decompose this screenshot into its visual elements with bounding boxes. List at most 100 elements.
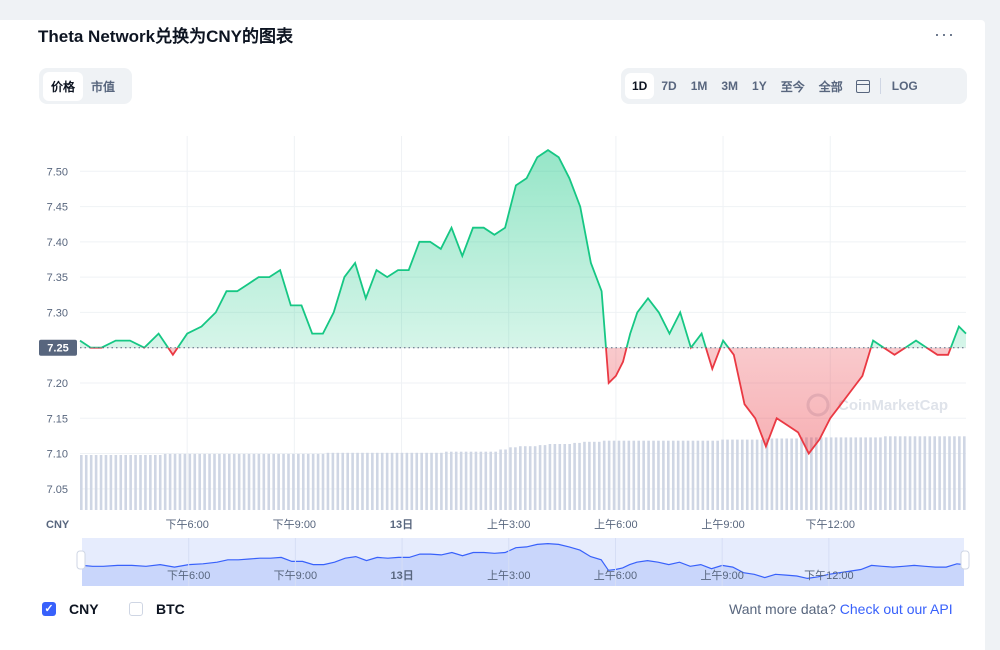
legend-btc[interactable]: BTC [129, 601, 185, 617]
volume-bar [667, 440, 670, 510]
volume-bar [449, 451, 453, 510]
volume-bar [953, 436, 956, 510]
volume-bar [232, 453, 236, 510]
volume-bar [622, 440, 626, 510]
x-tick-label: 上午9:00 [701, 518, 744, 531]
y-tick-label: 7.30 [47, 307, 68, 319]
volume-bar [435, 452, 438, 510]
volume-bar [158, 455, 162, 510]
volume-bar [178, 453, 182, 510]
y-tick-label: 7.50 [47, 166, 68, 178]
price-chart: 7.05 7.10 7.15 7.20 7.25 7.30 7.35 7.40 7.45 7.50… [39, 136, 970, 586]
volume-bar [474, 451, 478, 510]
volume-bar [790, 438, 793, 510]
volume-bar [963, 436, 966, 510]
api-link[interactable]: Check out our API [840, 601, 953, 617]
volume-bar [415, 452, 419, 510]
navigator-handle-left[interactable] [76, 550, 86, 570]
volume-bar [642, 440, 645, 510]
volume-bar [252, 453, 256, 510]
volume-bar [287, 453, 290, 510]
volume-bar [854, 437, 858, 510]
volume-bar [662, 440, 665, 510]
volume-bar [489, 451, 493, 510]
volume-bar [849, 437, 853, 510]
baseline-label: 7.25 [47, 343, 68, 355]
volume-bar [943, 436, 946, 510]
volume-bar [607, 440, 611, 510]
volume-bar [597, 441, 601, 510]
volume-bar [257, 453, 261, 510]
volume-bar [361, 452, 364, 510]
volume-bar [306, 453, 310, 510]
y-tick-label: 7.15 [47, 413, 68, 425]
volume-bar [593, 441, 596, 510]
cny-checkbox[interactable] [42, 602, 56, 616]
volume-bar [864, 437, 867, 510]
navigator-handle-right[interactable] [960, 550, 970, 570]
volume-bar [109, 455, 113, 510]
volume-bar [933, 436, 937, 510]
volume-bar [647, 440, 650, 510]
volume-bar [795, 438, 798, 510]
volume-bar [346, 452, 349, 510]
volume-bar [736, 439, 739, 510]
volume-bar [484, 451, 488, 510]
volume-bar [341, 452, 345, 510]
volume-bar [558, 444, 562, 510]
x-tick-label: 上午6:00 [594, 518, 637, 531]
volume-bar [213, 453, 216, 510]
volume-bar [395, 452, 399, 510]
volume-bar [632, 440, 636, 510]
legend-cny[interactable]: CNY [42, 601, 99, 617]
volume-bar [612, 440, 616, 510]
volume-bar [637, 440, 641, 510]
btc-checkbox[interactable] [129, 602, 143, 616]
volume-bar [829, 437, 833, 510]
volume-bar [119, 455, 123, 510]
volume-bar [785, 438, 789, 510]
volume-bar [134, 455, 137, 510]
volume-bar [124, 455, 127, 510]
volume-bar [706, 440, 710, 510]
volume-bar [839, 437, 843, 510]
volume-bar [908, 436, 912, 510]
volume-bar [923, 436, 927, 510]
volume-bar [242, 453, 246, 510]
volume-bar [430, 452, 433, 510]
volume-bar [528, 446, 532, 510]
volume-bar [583, 441, 586, 510]
volume-bar [366, 452, 369, 510]
volume-bar [400, 452, 404, 510]
volume-bar [440, 452, 443, 510]
y-tick-label: 7.10 [47, 449, 68, 461]
volume-bar [356, 452, 359, 510]
more-data-note: Want more data? Check out our API [729, 601, 953, 617]
volume-bar [563, 444, 567, 510]
volume-bar [657, 440, 660, 510]
volume-bar [282, 453, 285, 510]
volume-bar [553, 444, 557, 510]
volume-bar [144, 455, 147, 510]
y-tick-label: 7.45 [47, 202, 68, 214]
volume-bar [459, 451, 463, 510]
volume-bar [859, 437, 863, 510]
navigator-tick-label: 上午3:00 [487, 569, 530, 582]
volume-bar [380, 452, 384, 510]
volume-bar [89, 455, 93, 510]
volume-bar [183, 453, 187, 510]
volume-bar [297, 453, 300, 510]
volume-bar [198, 453, 201, 510]
volume-bar [884, 436, 887, 510]
volume-bar [519, 446, 522, 510]
volume-bar [94, 455, 98, 510]
volume-bar [691, 440, 695, 510]
volume-bar [410, 452, 414, 510]
volume-bar [893, 436, 897, 510]
y-tick-label: 7.40 [47, 237, 68, 249]
volume-bar [114, 455, 118, 510]
volume-bar [227, 453, 231, 510]
x-tick-label: 下午9:00 [273, 518, 316, 531]
volume-bar [277, 453, 280, 510]
volume-bar [578, 442, 581, 510]
